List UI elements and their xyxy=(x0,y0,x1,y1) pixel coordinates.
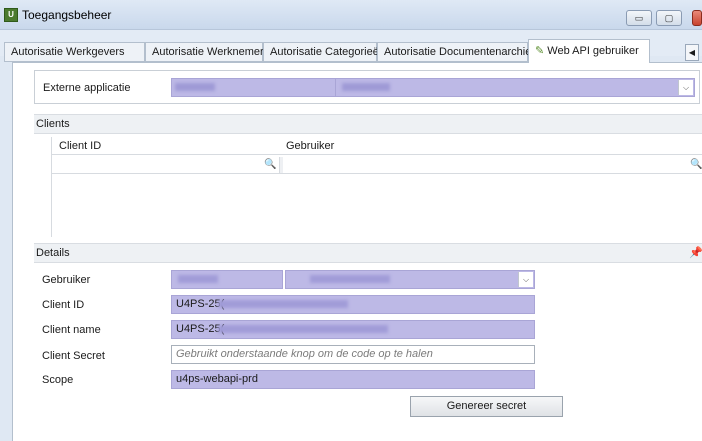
client-id-search-icon[interactable]: 🔍 xyxy=(264,159,276,171)
gebruiker-filter-input[interactable] xyxy=(283,157,702,173)
tab-autorisatie-werknemers[interactable]: Autorisatie Werknemers xyxy=(145,42,269,62)
pin-icon[interactable]: 📌 xyxy=(689,246,702,259)
gebruiker-name-redacted xyxy=(310,275,390,283)
details-section-header: Details 📌 xyxy=(34,243,702,263)
client-id-redacted xyxy=(218,300,348,308)
client-name-label: Client name xyxy=(42,324,101,336)
client-secret-field[interactable]: Gebruikt onderstaande knop om de code op… xyxy=(171,345,535,364)
client-id-label: Client ID xyxy=(42,299,85,311)
clients-section-header: Clients xyxy=(34,114,702,134)
client-name-redacted xyxy=(218,325,388,333)
maximize-button[interactable]: ▢ xyxy=(656,10,682,26)
client-secret-label: Client Secret xyxy=(42,350,105,362)
scope-field[interactable]: u4ps-webapi-prd xyxy=(171,370,535,389)
row-selector-column xyxy=(34,137,52,237)
app-icon: U xyxy=(4,8,18,22)
client-id-filter-input[interactable] xyxy=(52,157,280,173)
clients-title: Clients xyxy=(36,118,70,130)
gebruiker-search-icon[interactable]: 🔍 xyxy=(690,159,702,171)
external-app-divider xyxy=(335,79,336,96)
tab-autorisatie-categorieen[interactable]: Autorisatie Categorieën xyxy=(263,42,385,62)
tab-scroll-left-button[interactable]: ◀ xyxy=(685,44,699,61)
scope-label: Scope xyxy=(42,374,74,386)
details-title: Details xyxy=(36,247,70,259)
external-app-name-redacted xyxy=(342,83,390,91)
close-button[interactable] xyxy=(692,10,702,26)
external-app-dropdown[interactable] xyxy=(171,78,695,97)
gebruiker-chevron-down-icon[interactable]: ⌵ xyxy=(518,272,533,287)
tab-autorisatie-werkgevers[interactable]: Autorisatie Werkgevers xyxy=(4,42,145,62)
tab-autorisatie-documentenarchief[interactable]: Autorisatie Documentenarchief xyxy=(377,42,534,62)
generate-secret-button[interactable]: Genereer secret xyxy=(410,396,563,417)
clients-filter-row: 🔍 🔍 xyxy=(52,157,702,174)
window-title: Toegangsbeheer xyxy=(22,8,112,22)
minimize-button[interactable]: ▭ xyxy=(626,10,652,26)
tab-web-api-gebruiker[interactable]: ✎ Web API gebruiker xyxy=(528,39,650,63)
external-app-chevron-down-icon[interactable]: ⌵ xyxy=(678,80,693,95)
external-app-code-redacted xyxy=(175,83,215,91)
column-header-client-id[interactable]: Client ID xyxy=(59,140,101,152)
edit-icon: ✎ xyxy=(535,45,545,57)
gebruiker-label: Gebruiker xyxy=(42,274,91,286)
clients-grid-header: Client ID Gebruiker xyxy=(34,137,702,155)
column-header-gebruiker[interactable]: Gebruiker xyxy=(286,140,334,152)
gebruiker-code-redacted xyxy=(178,275,218,283)
external-app-label: Externe applicatie xyxy=(43,82,131,94)
